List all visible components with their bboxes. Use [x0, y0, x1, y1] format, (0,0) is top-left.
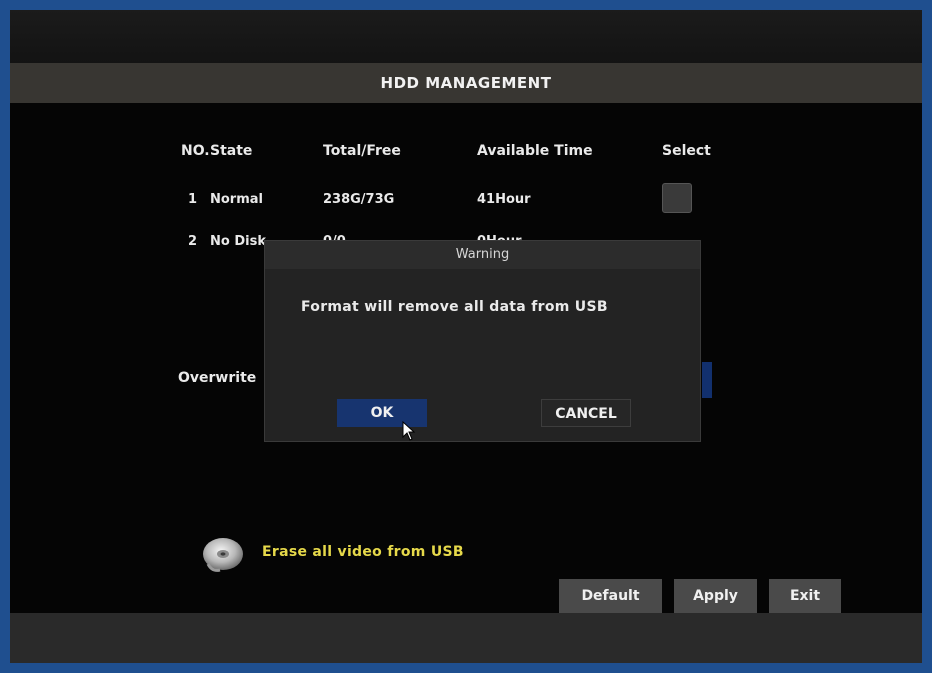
- row-1-total-free: 238G/73G: [323, 192, 395, 207]
- apply-button[interactable]: Apply: [674, 579, 757, 613]
- erase-usb-label[interactable]: Erase all video from USB: [262, 544, 464, 560]
- bottom-band: [10, 613, 922, 663]
- row-1-available-time: 41Hour: [477, 192, 531, 207]
- header-state: State: [210, 143, 253, 159]
- top-band: [10, 10, 922, 63]
- hdd-management-panel: NO. State Total/Free Available Time Sele…: [10, 103, 922, 613]
- header-no: NO.: [181, 143, 210, 159]
- row-1-state: Normal: [210, 192, 263, 207]
- row-1-select-checkbox[interactable]: [662, 183, 692, 213]
- cancel-button[interactable]: CANCEL: [541, 399, 631, 427]
- page-title: HDD MANAGEMENT: [10, 63, 922, 103]
- warning-dialog: Warning Format will remove all data from…: [264, 240, 701, 442]
- overwrite-select[interactable]: [702, 362, 712, 398]
- dialog-message: Format will remove all data from USB: [301, 299, 608, 315]
- default-button[interactable]: Default: [559, 579, 662, 613]
- exit-button[interactable]: Exit: [769, 579, 841, 613]
- row-1-no: 1: [188, 192, 198, 207]
- overwrite-label: Overwrite: [178, 370, 257, 386]
- screen-frame: HDD MANAGEMENT NO. State Total/Free Avai…: [0, 0, 932, 673]
- header-select: Select: [662, 143, 711, 159]
- row-2-no: 2: [188, 234, 198, 249]
- dialog-title: Warning: [265, 241, 700, 269]
- row-2-state: No Disk: [210, 234, 266, 249]
- mouse-cursor-icon: [402, 421, 416, 441]
- disc-icon: [203, 538, 243, 572]
- header-available-time: Available Time: [477, 143, 593, 159]
- header-total-free: Total/Free: [323, 143, 401, 159]
